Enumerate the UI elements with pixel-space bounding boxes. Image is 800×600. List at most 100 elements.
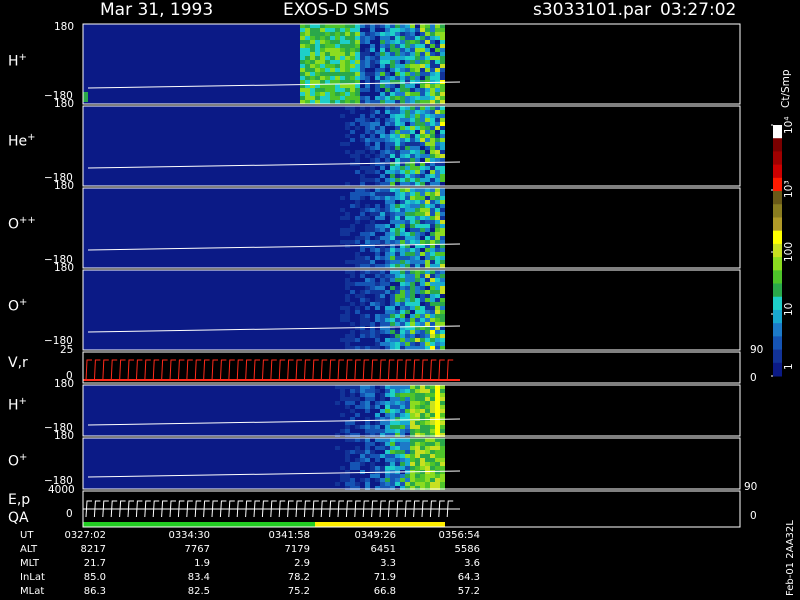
spectrogram-cell <box>425 450 430 454</box>
spectrogram-cell <box>345 48 350 52</box>
spectrogram-cell <box>340 208 345 212</box>
spectrogram-cell <box>340 429 345 433</box>
spectrogram-cell <box>375 170 380 174</box>
spectrogram-cell <box>390 389 395 393</box>
spectrogram-cell <box>440 334 445 338</box>
spectrogram-cell <box>430 482 435 486</box>
spectrogram-cell <box>330 48 335 52</box>
spectrogram-cell <box>415 417 420 421</box>
spectrogram-cell <box>405 421 410 425</box>
spectrogram-cell <box>345 96 350 100</box>
spectrogram-cell <box>430 224 435 228</box>
spectrogram-cell <box>415 286 420 290</box>
spectrogram-cell <box>440 346 445 350</box>
spectrogram-cell <box>410 446 415 450</box>
spectrogram-cell <box>430 126 435 130</box>
spectrogram-cell <box>395 52 400 56</box>
spectrogram-cell <box>405 196 410 200</box>
spectrogram-cell <box>345 142 350 146</box>
spectrogram-cell <box>410 298 415 302</box>
spectrogram-cell <box>380 228 385 232</box>
colorbar-swatch <box>773 217 782 232</box>
colorbar-label-10k: 10⁴ <box>783 116 795 134</box>
spectrogram-cell <box>420 401 425 405</box>
spectrogram-cell <box>375 216 380 220</box>
colorbar-swatch <box>773 257 782 271</box>
spectrogram-cell <box>425 28 430 32</box>
spectrogram-cell <box>375 413 380 417</box>
spectrogram-cell <box>390 334 395 338</box>
spectrogram-cell <box>315 68 320 72</box>
spectrogram-cell <box>375 425 380 429</box>
spectrogram-cell <box>385 306 390 310</box>
spectrogram-cell <box>340 314 345 318</box>
spectrogram-cell <box>355 170 360 174</box>
vr-sweep <box>127 359 134 382</box>
spectrogram-cell <box>350 393 355 397</box>
spectrogram-cell <box>435 429 440 433</box>
spectrogram-cell <box>400 100 405 104</box>
spectrogram-cell <box>430 278 435 282</box>
spectrogram-cell <box>365 389 370 393</box>
spectrogram-cell <box>440 208 445 212</box>
spectrogram-cell <box>395 264 400 268</box>
spectrogram-cell <box>425 228 430 232</box>
spectrogram-cell <box>345 286 350 290</box>
spectrogram-cell <box>415 278 420 282</box>
spectrogram-cell <box>340 142 345 146</box>
spectrogram-cell <box>400 76 405 80</box>
vr-sweep <box>135 359 143 382</box>
spectrogram-cell <box>390 200 395 204</box>
spectrogram-cell <box>380 298 385 302</box>
spectrogram-cell <box>425 334 430 338</box>
spectrogram-cell <box>435 338 440 342</box>
spectrogram-cell <box>420 389 425 393</box>
spectrogram-cell <box>410 96 415 100</box>
spectrogram-cell <box>370 462 375 466</box>
spectrogram-cell <box>395 462 400 466</box>
spectrogram-cell <box>355 60 360 64</box>
spectrogram-cell <box>385 482 390 486</box>
spectrogram-cell <box>400 260 405 264</box>
spectrogram-cell <box>360 68 365 72</box>
spectrogram-cell <box>420 200 425 204</box>
spectrogram-cell <box>435 68 440 72</box>
spectrogram-cell <box>400 36 405 40</box>
spectrogram-cell <box>320 60 325 64</box>
spectrogram-cell <box>400 346 405 350</box>
spectrogram-cell <box>395 158 400 162</box>
spectrogram-cell <box>410 442 415 446</box>
spectrogram-cell <box>425 248 430 252</box>
spectrogram-cell <box>335 68 340 72</box>
spectrogram-cell <box>380 134 385 138</box>
vr-sweep <box>270 359 277 382</box>
spectrogram-cell <box>410 100 415 104</box>
spectrogram-cell <box>345 450 350 454</box>
spectrogram-cell <box>385 182 390 186</box>
spectrogram-cell <box>410 106 415 110</box>
spectrogram-cell <box>420 32 425 36</box>
spectrogram-cell <box>420 126 425 130</box>
spectrogram-cell <box>430 96 435 100</box>
spectrogram-cell <box>345 425 350 429</box>
spectrogram-cell <box>415 256 420 260</box>
spectrogram-cell <box>395 36 400 40</box>
spectrogram-cell <box>440 429 445 433</box>
spectrogram-cell <box>365 393 370 397</box>
spectrogram-cell <box>375 314 380 318</box>
spectrogram-cell <box>430 88 435 92</box>
spectrogram-cell <box>325 92 330 96</box>
spectrogram-cell <box>340 100 345 104</box>
spectrogram-cell <box>420 134 425 138</box>
spectrogram-cell <box>415 458 420 462</box>
spectrogram-cell <box>395 122 400 126</box>
footer-value: 7179 <box>284 544 310 555</box>
spectrogram-cell <box>365 76 370 80</box>
spectrogram-cell <box>395 114 400 118</box>
spectrogram-cell <box>390 84 395 88</box>
spectrogram-cell <box>385 60 390 64</box>
spectrogram-cell <box>375 236 380 240</box>
spectrogram-cell <box>420 318 425 322</box>
spectrogram-cell <box>380 216 385 220</box>
spectrogram-cell <box>410 318 415 322</box>
